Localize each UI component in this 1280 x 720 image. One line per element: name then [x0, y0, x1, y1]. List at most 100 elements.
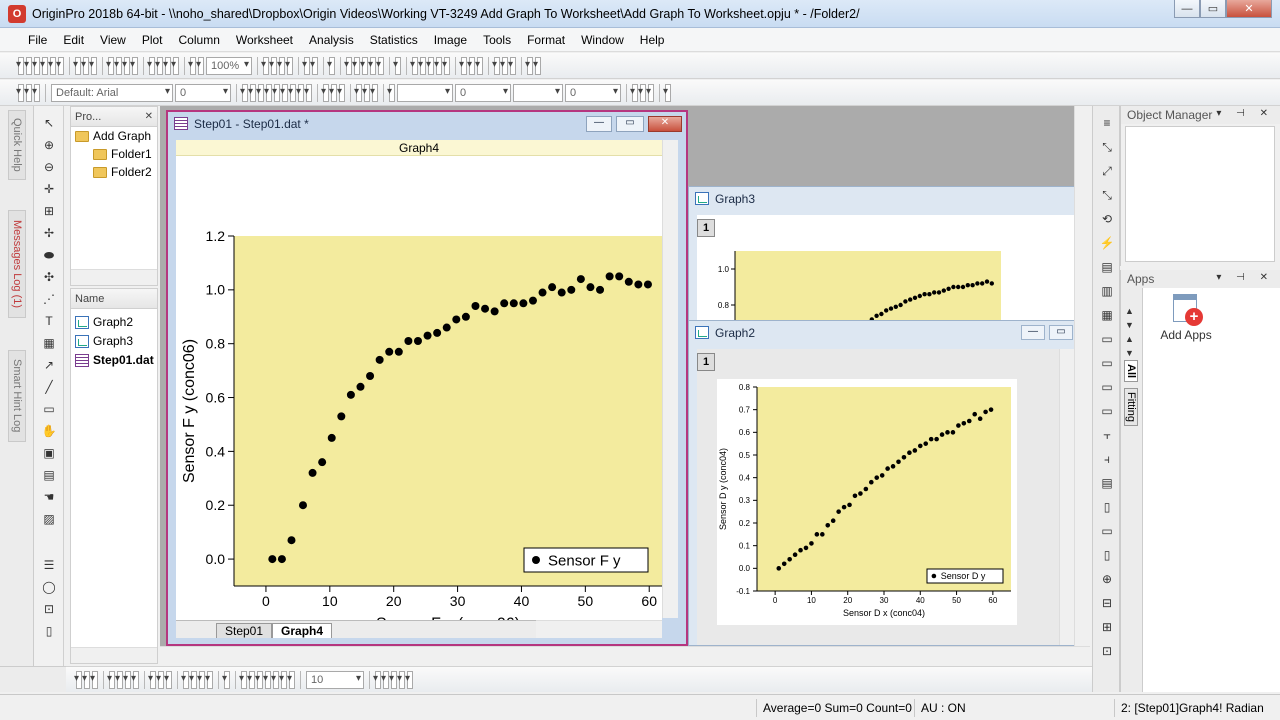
- layer-mgmt-icon[interactable]: ≡: [1098, 114, 1116, 132]
- undefined[interactable]: [287, 670, 295, 689]
- graph2-maximize-button[interactable]: ▭: [1049, 325, 1073, 340]
- merge-graphs-icon[interactable]: ⤢: [1098, 162, 1116, 180]
- mask-icon[interactable]: ✣: [40, 268, 58, 286]
- scroll-arrows[interactable]: ▲ ▼ ▲ ▼: [1125, 304, 1134, 360]
- add-table-icon[interactable]: ▭: [1098, 522, 1116, 540]
- menu-format[interactable]: Format: [519, 33, 573, 47]
- graph4-close-button[interactable]: ✕: [648, 116, 682, 132]
- graph4-maximize-button[interactable]: ▭: [616, 116, 644, 132]
- menu-column[interactable]: Column: [171, 33, 228, 47]
- menu-help[interactable]: Help: [632, 33, 673, 47]
- scale-icon[interactable]: ⊞: [40, 202, 58, 220]
- undefined[interactable]: [171, 56, 179, 75]
- graph4-minimize-button[interactable]: —: [586, 116, 612, 132]
- undefined[interactable]: [130, 56, 138, 75]
- menu-plot[interactable]: Plot: [134, 33, 171, 47]
- symbol-select[interactable]: [513, 83, 563, 102]
- line-style-select[interactable]: [397, 83, 453, 102]
- horizontal-scrollbar[interactable]: [71, 647, 157, 663]
- undefined[interactable]: [89, 56, 97, 75]
- add-legend-icon[interactable]: ▤: [1098, 474, 1116, 492]
- undefined[interactable]: [285, 56, 293, 75]
- rectangle-icon[interactable]: ▭: [40, 400, 58, 418]
- graph3-titlebar[interactable]: Graph3: [689, 187, 1075, 211]
- menu-window[interactable]: Window: [573, 33, 632, 47]
- line-tool-icon[interactable]: ╱: [40, 378, 58, 396]
- extract-layers-icon[interactable]: ⤡: [1098, 186, 1116, 204]
- font-size-select[interactable]: 0: [175, 83, 231, 102]
- undefined[interactable]: [205, 670, 213, 689]
- undefined[interactable]: [370, 83, 378, 102]
- undefined[interactable]: [533, 56, 541, 75]
- pane-close-icon[interactable]: ✕: [145, 111, 153, 122]
- tree-item-folder1[interactable]: Folder1: [93, 147, 152, 161]
- menu-view[interactable]: View: [92, 33, 134, 47]
- file-item-graph2[interactable]: Graph2: [75, 315, 133, 329]
- graph2-titlebar[interactable]: Graph2 — ▭: [689, 321, 1079, 345]
- menu-image[interactable]: Image: [426, 33, 475, 47]
- undefined[interactable]: [32, 83, 40, 102]
- paste-image-icon[interactable]: ▨: [40, 510, 58, 528]
- screen-reader-icon[interactable]: ✛: [40, 180, 58, 198]
- zoom-select[interactable]: 100%: [206, 56, 252, 75]
- draw-data-icon[interactable]: ⋰: [40, 290, 58, 308]
- graph2-minimize-button[interactable]: —: [1021, 325, 1045, 340]
- add-apps-button[interactable]: + Add Apps: [1151, 294, 1221, 350]
- panel-buttons[interactable]: ▾ ⊣ ✕: [1216, 108, 1274, 119]
- menu-worksheet[interactable]: Worksheet: [228, 33, 301, 47]
- object-manager-tree[interactable]: [1125, 126, 1275, 262]
- region-icon[interactable]: ▣: [40, 444, 58, 462]
- undefined[interactable]: [310, 56, 318, 75]
- add-inset-icon[interactable]: ▤: [1098, 258, 1116, 276]
- workspace-vertical-scrollbar[interactable]: [1074, 106, 1090, 646]
- undefined[interactable]: [56, 56, 64, 75]
- apps-tab-all[interactable]: All: [1124, 360, 1138, 383]
- undefined[interactable]: [405, 670, 413, 689]
- quick-help-tab[interactable]: Quick Help: [8, 110, 26, 180]
- menu-file[interactable]: File: [20, 33, 55, 47]
- undefined[interactable]: [196, 56, 204, 75]
- file-item-step01[interactable]: Step01.dat: [75, 353, 154, 367]
- undefined[interactable]: [387, 83, 395, 102]
- menu-tools[interactable]: Tools: [475, 33, 519, 47]
- circle-icon[interactable]: ◯: [40, 578, 58, 596]
- menu-statistics[interactable]: Statistics: [362, 33, 426, 47]
- table-tool-icon[interactable]: ▦: [40, 334, 58, 352]
- fit-page-icon[interactable]: ⊞: [1098, 618, 1116, 636]
- undefined[interactable]: [646, 83, 654, 102]
- menu-edit[interactable]: Edit: [55, 33, 92, 47]
- undefined[interactable]: [376, 56, 384, 75]
- hand-icon[interactable]: ☚: [40, 488, 58, 506]
- apps-tab-fitting[interactable]: Fitting: [1124, 388, 1138, 426]
- symbol-size-select[interactable]: 0: [565, 83, 621, 102]
- zoom-out-icon[interactable]: ⊖: [40, 158, 58, 176]
- layer-1-indicator[interactable]: 1: [697, 353, 715, 371]
- pointer-icon[interactable]: ↖: [40, 114, 58, 132]
- font-select[interactable]: Default: Arial: [51, 83, 173, 102]
- list-icon[interactable]: ☰: [40, 556, 58, 574]
- tab-step01[interactable]: Step01: [216, 623, 273, 638]
- graph4-page[interactable]: Graph4 0 10 20 30 40 50 60 0.0 0.2 0.4 0.6 0.8 1.0 1.…: [176, 140, 662, 620]
- scale-in-icon[interactable]: ⊕: [1098, 570, 1116, 588]
- horizontal-scrollbar[interactable]: [536, 620, 662, 638]
- add-text-icon[interactable]: ▯: [1098, 498, 1116, 516]
- undefined[interactable]: [304, 83, 312, 102]
- undefined[interactable]: [475, 56, 483, 75]
- top-axis-icon[interactable]: ⫟: [1098, 426, 1116, 444]
- undefined[interactable]: [131, 670, 139, 689]
- undefined[interactable]: [663, 83, 671, 102]
- name-column-header[interactable]: Name: [75, 293, 104, 305]
- link-layer-icon[interactable]: ▭: [1098, 378, 1116, 396]
- messages-log-tab[interactable]: Messages Log (1): [8, 210, 26, 318]
- data-selector-icon[interactable]: ⬬: [40, 246, 58, 264]
- undefined[interactable]: [337, 83, 345, 102]
- undefined[interactable]: [90, 670, 98, 689]
- undefined[interactable]: [508, 56, 516, 75]
- pan-icon[interactable]: ✋: [40, 422, 58, 440]
- menu-analysis[interactable]: Analysis: [301, 33, 362, 47]
- 3d-size-select[interactable]: 10: [306, 670, 364, 689]
- vertical-scrollbar[interactable]: [662, 140, 678, 618]
- close-button[interactable]: ✕: [1226, 0, 1272, 18]
- right-axis-icon[interactable]: ⫞: [1098, 450, 1116, 468]
- tab-graph4[interactable]: Graph4: [272, 623, 333, 638]
